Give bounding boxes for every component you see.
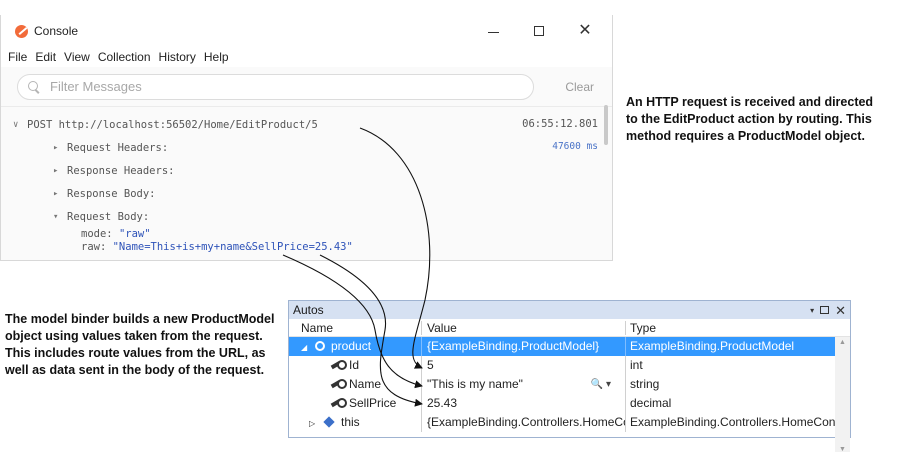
maximize-button[interactable] (516, 15, 562, 47)
scroll-down-icon[interactable]: ▼ (839, 446, 846, 452)
row-type: int (625, 356, 850, 375)
expand-triangle-icon[interactable]: ▷ (309, 414, 321, 432)
console-titlebar: Console ✕ (1, 15, 612, 47)
section-label: Request Body: (67, 210, 150, 223)
row-name-cell: Id (289, 356, 421, 375)
row-name-cell: Name (289, 375, 421, 394)
request-entry[interactable]: ∨ POST http://localhost:56502/Home/EditP… (1, 113, 612, 136)
response-body-section[interactable]: ▸ Response Body: (1, 182, 612, 205)
row-type: string (625, 375, 850, 394)
annotation-routing: An HTTP request is received and directed… (626, 95, 874, 143)
row-type: decimal (625, 394, 850, 413)
property-wrench-icon (331, 398, 347, 408)
menu-collection[interactable]: Collection (94, 50, 155, 64)
this-icon (323, 416, 335, 428)
restore-icon[interactable] (820, 306, 830, 314)
raw-value: "Name=This+is+my+name&SellPrice=25.43" (112, 241, 353, 253)
scroll-up-icon[interactable]: ▲ (839, 339, 846, 346)
autos-title: Autos (293, 303, 324, 317)
table-row[interactable]: ▷ this {ExampleBinding.Controllers.HomeCo… (289, 413, 850, 432)
table-row[interactable]: SellPrice 25.43 decimal (289, 394, 850, 413)
response-headers-section[interactable]: ▸ Response Headers: (1, 159, 612, 182)
column-header-type[interactable]: Type (625, 320, 850, 335)
minimize-button[interactable] (470, 15, 516, 47)
triangle-right-icon: ▸ (53, 188, 59, 199)
row-name: Name (349, 377, 382, 391)
filter-bar: Clear (1, 67, 612, 107)
text-visualizer-icon[interactable]: 🔍 ▾ (591, 375, 611, 394)
search-icon (28, 80, 40, 93)
column-header-value[interactable]: Value (421, 320, 625, 335)
collapse-triangle-icon[interactable]: ◢ (301, 338, 313, 356)
request-timestamp: 06:55:12.801 (522, 118, 598, 130)
property-wrench-icon (331, 379, 347, 389)
request-duration: 47600 ms (552, 141, 598, 152)
request-headers-section[interactable]: ▸ Request Headers: 47600 ms (1, 136, 612, 159)
mode-value: "raw" (118, 228, 151, 240)
body-raw-line: raw: "Name=This+is+my+name&SellPrice=25.… (1, 241, 612, 254)
annotation-model-binder: The model binder builds a new ProductMod… (5, 312, 275, 377)
row-type: ExampleBinding.ProductModel (625, 337, 850, 356)
row-value: 25.43 (421, 394, 625, 413)
triangle-right-icon: ▸ (53, 165, 59, 176)
triangle-right-icon: ▸ (53, 142, 59, 153)
section-label: Response Body: (67, 187, 156, 200)
menu-file[interactable]: File (4, 50, 31, 64)
row-name: product (331, 339, 372, 353)
menu-bar: File Edit View Collection History Help (1, 47, 612, 67)
row-name-cell: ▷ this (289, 413, 421, 432)
row-value: {ExampleBinding.ProductModel} (421, 337, 625, 356)
console-scrollbar[interactable] (604, 105, 608, 145)
row-value: "This is my name" (427, 377, 523, 391)
row-value: 5 (421, 356, 625, 375)
row-value-cell: "This is my name" 🔍 ▾ (421, 375, 625, 394)
property-wrench-icon (331, 360, 347, 370)
menu-help[interactable]: Help (200, 50, 233, 64)
request-body-section[interactable]: ▾ Request Body: (1, 205, 612, 228)
object-icon (315, 341, 325, 351)
window-title: Console (34, 24, 79, 38)
maximize-icon (534, 26, 544, 36)
grid-header: Name Value Type (289, 319, 850, 337)
triangle-down-icon: ▾ (53, 211, 59, 222)
chevron-down-icon: ∨ (13, 119, 19, 130)
close-icon[interactable]: ✕ (835, 304, 846, 317)
window-controls: ✕ (470, 15, 608, 47)
section-label: Request Headers: (67, 141, 169, 154)
autos-window: Autos ▾ ✕ Name Value Type ◢ product {Exam… (288, 300, 851, 452)
filter-box (17, 73, 534, 100)
table-row[interactable]: Name "This is my name" 🔍 ▾ string (289, 375, 850, 394)
raw-key: raw: (81, 241, 113, 253)
row-value: {ExampleBinding.Controllers.HomeControll… (421, 413, 625, 432)
postman-app-icon (15, 24, 28, 38)
request-line: POST http://localhost:56502/Home/EditPro… (27, 118, 318, 131)
section-label: Response Headers: (67, 164, 175, 177)
console-window: Console ✕ File Edit View Collection Hist… (0, 15, 613, 261)
menu-edit[interactable]: Edit (31, 50, 60, 64)
mode-key: mode: (81, 228, 119, 240)
autos-titlebar: Autos ▾ ✕ (289, 301, 850, 319)
filter-messages-input[interactable] (50, 79, 350, 94)
row-name-cell: ◢ product (289, 337, 421, 356)
menu-view[interactable]: View (60, 50, 94, 64)
table-row[interactable]: Id 5 int (289, 356, 850, 375)
row-name-cell: SellPrice (289, 394, 421, 413)
dropdown-arrow-icon[interactable]: ▾ (810, 306, 814, 315)
autos-grid: Name Value Type ◢ product {ExampleBinding… (289, 319, 850, 452)
minimize-icon (487, 31, 499, 33)
autos-scrollbar[interactable]: ▲ ▼ (835, 337, 850, 452)
close-button[interactable]: ✕ (562, 15, 608, 47)
row-name: SellPrice (349, 396, 397, 410)
table-row[interactable]: ◢ product {ExampleBinding.ProductModel} E… (289, 337, 850, 356)
clear-button[interactable]: Clear (534, 80, 594, 94)
row-name: this (341, 415, 360, 429)
column-header-name[interactable]: Name (289, 321, 421, 335)
menu-history[interactable]: History (155, 50, 200, 64)
console-log: ∨ POST http://localhost:56502/Home/EditP… (1, 107, 612, 254)
body-mode-line: mode: "raw" (1, 228, 612, 241)
autos-controls: ▾ ✕ (810, 301, 846, 319)
close-icon: ✕ (578, 22, 592, 39)
row-type: ExampleBinding.Controllers.HomeControlle… (625, 413, 850, 432)
row-name: Id (349, 358, 360, 372)
